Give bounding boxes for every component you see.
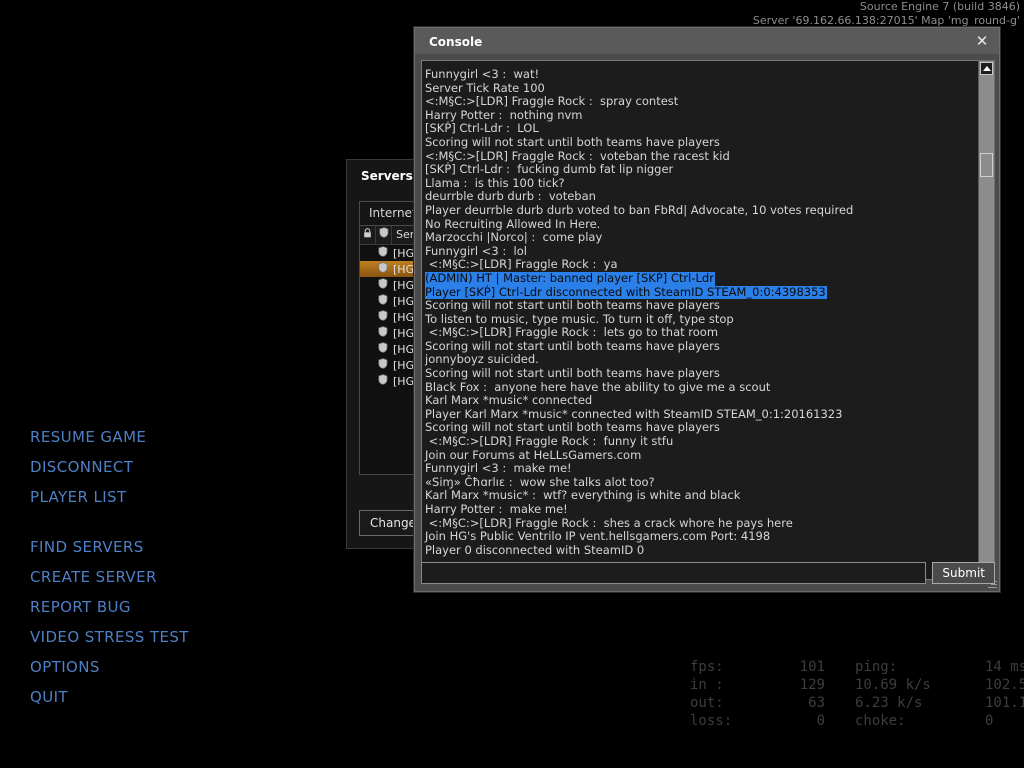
menu-item-quit[interactable]: QUIT — [30, 682, 189, 712]
console-log-line: [SKṖ] Ctrl-Ldr : LOL — [425, 117, 978, 136]
out-label: out: — [690, 695, 724, 711]
fps-label: fps: — [690, 659, 724, 675]
console-log-line: Funnygirl <3 : wat! — [425, 63, 978, 81]
console-log-line: Join HG's Public Ventrilo IP vent.hellsg… — [425, 525, 978, 543]
console-titlebar[interactable]: Console ✕ — [415, 28, 999, 54]
console-title: Console — [429, 35, 483, 49]
resize-grip[interactable] — [987, 579, 997, 589]
console-log-line: <:M§C:>[LDR] Fraggle Rock : lets go to t… — [425, 321, 978, 339]
menu-item-resume-game[interactable]: RESUME GAME — [30, 422, 189, 452]
shield-icon — [378, 342, 388, 356]
shield-icon — [378, 294, 388, 308]
menu-separator — [30, 512, 189, 532]
net-graph: fps: 101 ping: 14 ms in : 129 10.69 k/s … — [690, 658, 1024, 730]
console-log-line: Join our Forums at HeLLsGamers.com — [425, 444, 978, 462]
console-log-line: Funnygirl <3 : make me! — [425, 457, 978, 475]
out-per-sec: 101.1/s — [985, 695, 1024, 711]
loss-value: 0 — [816, 713, 825, 729]
console-log-line: Black Fox : anyone here have the ability… — [425, 376, 978, 394]
menu-item-options[interactable]: OPTIONS — [30, 652, 189, 682]
chevron-up-icon — [982, 66, 991, 71]
console-log-line: To listen to music, type music. To turn … — [425, 308, 978, 326]
console-log-line: Player Karl Marx *music* connected with … — [425, 403, 978, 421]
scrollbar-thumb[interactable] — [980, 153, 993, 177]
menu-item-player-list[interactable]: PLAYER LIST — [30, 482, 189, 512]
shield-icon — [378, 262, 388, 276]
shield-icon — [378, 326, 388, 340]
console-log-line: <:M§C:>[LDR] Fraggle Rock : spray contes… — [425, 90, 978, 108]
out-rate: 6.23 k/s — [855, 695, 923, 711]
menu-item-disconnect[interactable]: DISCONNECT — [30, 452, 189, 482]
fps-value: 101 — [799, 659, 825, 675]
engine-version-label: Source Engine 7 (build 3846) — [859, 0, 1020, 13]
console-log-line: Scoring will not start until both teams … — [425, 131, 978, 149]
console-scrollbar[interactable] — [978, 60, 995, 580]
in-rate: 10.69 k/s — [855, 677, 931, 693]
console-log-line: <:M§C:>[LDR] Fraggle Rock : ya — [425, 253, 978, 272]
in-per-sec: 102.5/s — [985, 677, 1024, 693]
netgraph-row-out: out: 63 6.23 k/s 101.1/s — [690, 694, 1024, 712]
console-log-line: Scoring will not start until both teams … — [425, 335, 978, 353]
out-value: 63 — [808, 695, 825, 711]
console-log-line: deurrble durb durb : voteban — [425, 185, 978, 204]
console-log-line: Scoring will not start until both teams … — [425, 294, 978, 312]
console-log-line: Llama : is this 100 tick? — [425, 172, 978, 190]
shield-icon — [378, 246, 388, 260]
engine-info: Source Engine 7 (build 3846) Server '69.… — [753, 0, 1020, 28]
shield-icon — [378, 374, 388, 388]
in-value: 129 — [799, 677, 825, 693]
shield-icon[interactable] — [376, 226, 392, 244]
scroll-up-icon[interactable] — [980, 62, 993, 75]
console-input-row: Submit — [421, 561, 995, 585]
shield-icon — [378, 278, 388, 292]
menu-item-video-stress-test[interactable]: VIDEO STRESS TEST — [30, 622, 189, 652]
console-window[interactable]: Console ✕ Funnygirl <3 : wat! Server Tick… — [414, 27, 1000, 592]
ping-value: 14 ms — [985, 659, 1024, 675]
menu-item-create-server[interactable]: CREATE SERVER — [30, 562, 189, 592]
lock-icon[interactable] — [360, 226, 376, 244]
console-log-line: Scoring will not start until both teams … — [425, 362, 978, 380]
console-body: Funnygirl <3 : wat! Server Tick Rate 100 <… — [421, 60, 995, 580]
console-log-line: Server Tick Rate 100 — [425, 77, 978, 95]
console-log-line: Scoring will not start until both teams … — [425, 416, 978, 435]
server-map-label: Server '69.162.66.138:27015' Map 'mg_rou… — [752, 14, 1020, 27]
main-menu: RESUME GAME DISCONNECT PLAYER LIST FIND … — [30, 422, 189, 712]
shield-icon — [378, 358, 388, 372]
in-label: in : — [690, 677, 724, 693]
shield-icon — [378, 310, 388, 324]
choke-label: choke: — [855, 713, 906, 729]
netgraph-row-loss: loss: 0 choke: 0 — [690, 712, 1024, 730]
console-log-line: <:M§C:>[LDR] Fraggle Rock : shes a crack… — [425, 512, 978, 530]
choke-value: 0 — [985, 713, 994, 729]
ping-label: ping: — [855, 659, 898, 675]
loss-label: loss: — [690, 713, 733, 729]
submit-button[interactable]: Submit — [932, 562, 995, 584]
netgraph-row-in: in : 129 10.69 k/s 102.5/s — [690, 676, 1024, 694]
console-command-input[interactable] — [421, 562, 927, 584]
console-log-line-text: Player 0 disconnected with SteamID 0 — [425, 542, 645, 557]
console-log-line: Harry Potter : nothing nvm — [425, 104, 978, 122]
console-log-line: «Ѕiɱ» Čħɑrlıɛ : wow she talks alot too? — [425, 471, 978, 489]
menu-item-find-servers[interactable]: FIND SERVERS — [30, 532, 189, 562]
console-log-line: <:M§C:>[LDR] Fraggle Rock : voteban the … — [425, 145, 978, 163]
console-log-line: Player deurrble durb durb voted to ban F… — [425, 199, 978, 217]
console-log-line: (ADMIN) HT | Master: banned player [SKṖ]… — [425, 267, 978, 286]
console-log-line: Karl Marx *music* : wtf? everything is w… — [425, 484, 978, 503]
console-log[interactable]: Funnygirl <3 : wat! Server Tick Rate 100 <… — [421, 60, 978, 580]
console-log-line: Marzocchi |Norco| : come play — [425, 226, 978, 244]
console-log-line: Player [SKṖ] Ctrl-Ldr disconnected with … — [425, 281, 978, 300]
console-log-line: Funnygirl <3 : lol — [425, 240, 978, 258]
netgraph-row-fps: fps: 101 ping: 14 ms — [690, 658, 1024, 676]
menu-item-report-bug[interactable]: REPORT BUG — [30, 592, 189, 622]
close-icon[interactable]: ✕ — [973, 32, 991, 50]
